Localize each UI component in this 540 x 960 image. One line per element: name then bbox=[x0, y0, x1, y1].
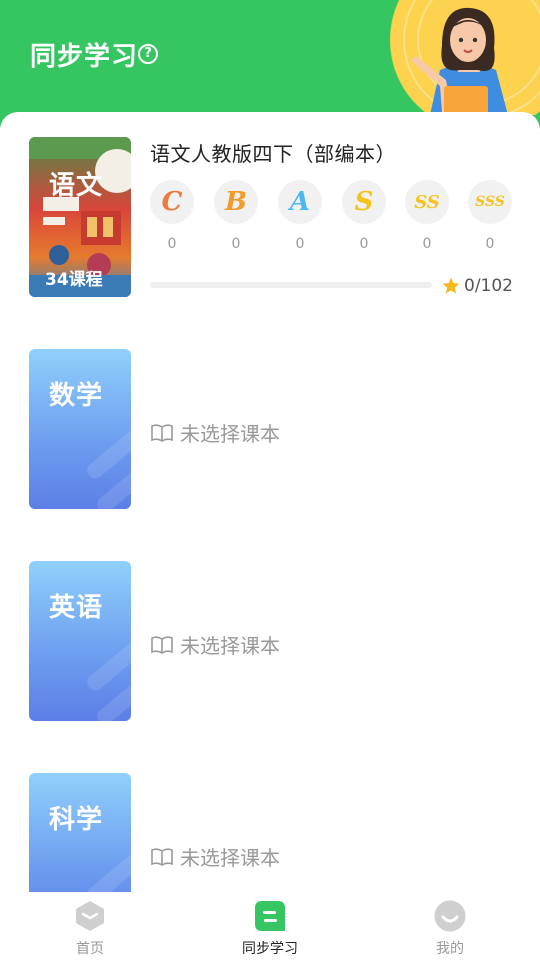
subject-card-english[interactable]: 英语 未选择课本 bbox=[0, 536, 540, 721]
cover-label: 英语 bbox=[49, 593, 104, 623]
cover-label: 科学 bbox=[49, 805, 104, 835]
cover-label: 语文 bbox=[49, 171, 104, 201]
progress-bar bbox=[150, 282, 432, 288]
book-cover: 数学 bbox=[29, 349, 131, 509]
grade-badges: C 0 B 0 A 0 S 0 SS 0 SSS 0 bbox=[150, 180, 512, 260]
grade-ss-icon: SS bbox=[405, 180, 449, 224]
grade-sss: SSS 0 bbox=[468, 180, 512, 252]
subject-card-science[interactable]: 科学 未选择课本 bbox=[0, 748, 540, 892]
grade-b-icon: B bbox=[214, 180, 258, 224]
profile-icon bbox=[434, 900, 466, 932]
grade-a: A 0 bbox=[278, 180, 322, 252]
tab-profile[interactable]: 我的 bbox=[360, 892, 540, 960]
select-textbook-row[interactable]: 未选择课本 bbox=[150, 418, 280, 447]
grade-count: 0 bbox=[295, 236, 305, 252]
star-icon bbox=[442, 277, 460, 294]
select-textbook-row[interactable]: 未选择课本 bbox=[150, 630, 280, 659]
subject-card-math[interactable]: 数学 未选择课本 bbox=[0, 324, 540, 509]
book-title: 语文人教版四下（部编本） bbox=[150, 142, 396, 166]
grade-count: 0 bbox=[485, 236, 495, 252]
grade-sss-icon: SSS bbox=[468, 180, 512, 224]
teacher-illustration bbox=[390, 0, 540, 115]
header: 同步学习 ? bbox=[0, 0, 540, 130]
tab-label: 我的 bbox=[436, 941, 464, 957]
home-icon bbox=[76, 901, 104, 931]
subject-list: 语文 34课程 语文人教版四下（部编本） C 0 B 0 A 0 S 0 SS bbox=[0, 112, 540, 892]
grade-count: 0 bbox=[167, 236, 177, 252]
select-textbook-row[interactable]: 未选择课本 bbox=[150, 842, 280, 871]
progress-text: 0/102 bbox=[464, 276, 513, 296]
grade-s: S 0 bbox=[342, 180, 386, 252]
open-book-icon bbox=[151, 635, 173, 654]
tab-label: 首页 bbox=[76, 941, 104, 957]
cover-label: 数学 bbox=[49, 381, 104, 411]
lesson-count: 34课程 bbox=[45, 270, 103, 290]
tab-sync-study[interactable]: 同步学习 bbox=[180, 892, 360, 960]
book-cover: 科学 bbox=[29, 773, 131, 892]
book-cover: 语文 34课程 bbox=[29, 137, 131, 297]
grade-ss: SS 0 bbox=[405, 180, 449, 252]
empty-text: 未选择课本 bbox=[180, 846, 280, 870]
help-icon[interactable]: ? bbox=[138, 44, 158, 64]
page-title: 同步学习 bbox=[30, 42, 139, 72]
empty-text: 未选择课本 bbox=[180, 422, 280, 446]
bottom-tab-bar: 首页 同步学习 我的 bbox=[0, 892, 540, 960]
empty-text: 未选择课本 bbox=[180, 634, 280, 658]
tab-label: 同步学习 bbox=[242, 941, 298, 957]
open-book-icon bbox=[151, 423, 173, 442]
subject-card-chinese[interactable]: 语文 34课程 语文人教版四下（部编本） C 0 B 0 A 0 S 0 SS bbox=[0, 112, 540, 297]
grade-s-icon: S bbox=[342, 180, 386, 224]
book-cover: 英语 bbox=[29, 561, 131, 721]
open-book-icon bbox=[151, 847, 173, 866]
grade-b: B 0 bbox=[214, 180, 258, 252]
grade-c: C 0 bbox=[150, 180, 194, 252]
grade-count: 0 bbox=[359, 236, 369, 252]
grade-c-icon: C bbox=[150, 180, 194, 224]
sync-study-icon bbox=[255, 901, 285, 931]
grade-count: 0 bbox=[231, 236, 241, 252]
grade-a-icon: A bbox=[278, 180, 322, 224]
grade-count: 0 bbox=[422, 236, 432, 252]
tab-home[interactable]: 首页 bbox=[0, 892, 180, 960]
